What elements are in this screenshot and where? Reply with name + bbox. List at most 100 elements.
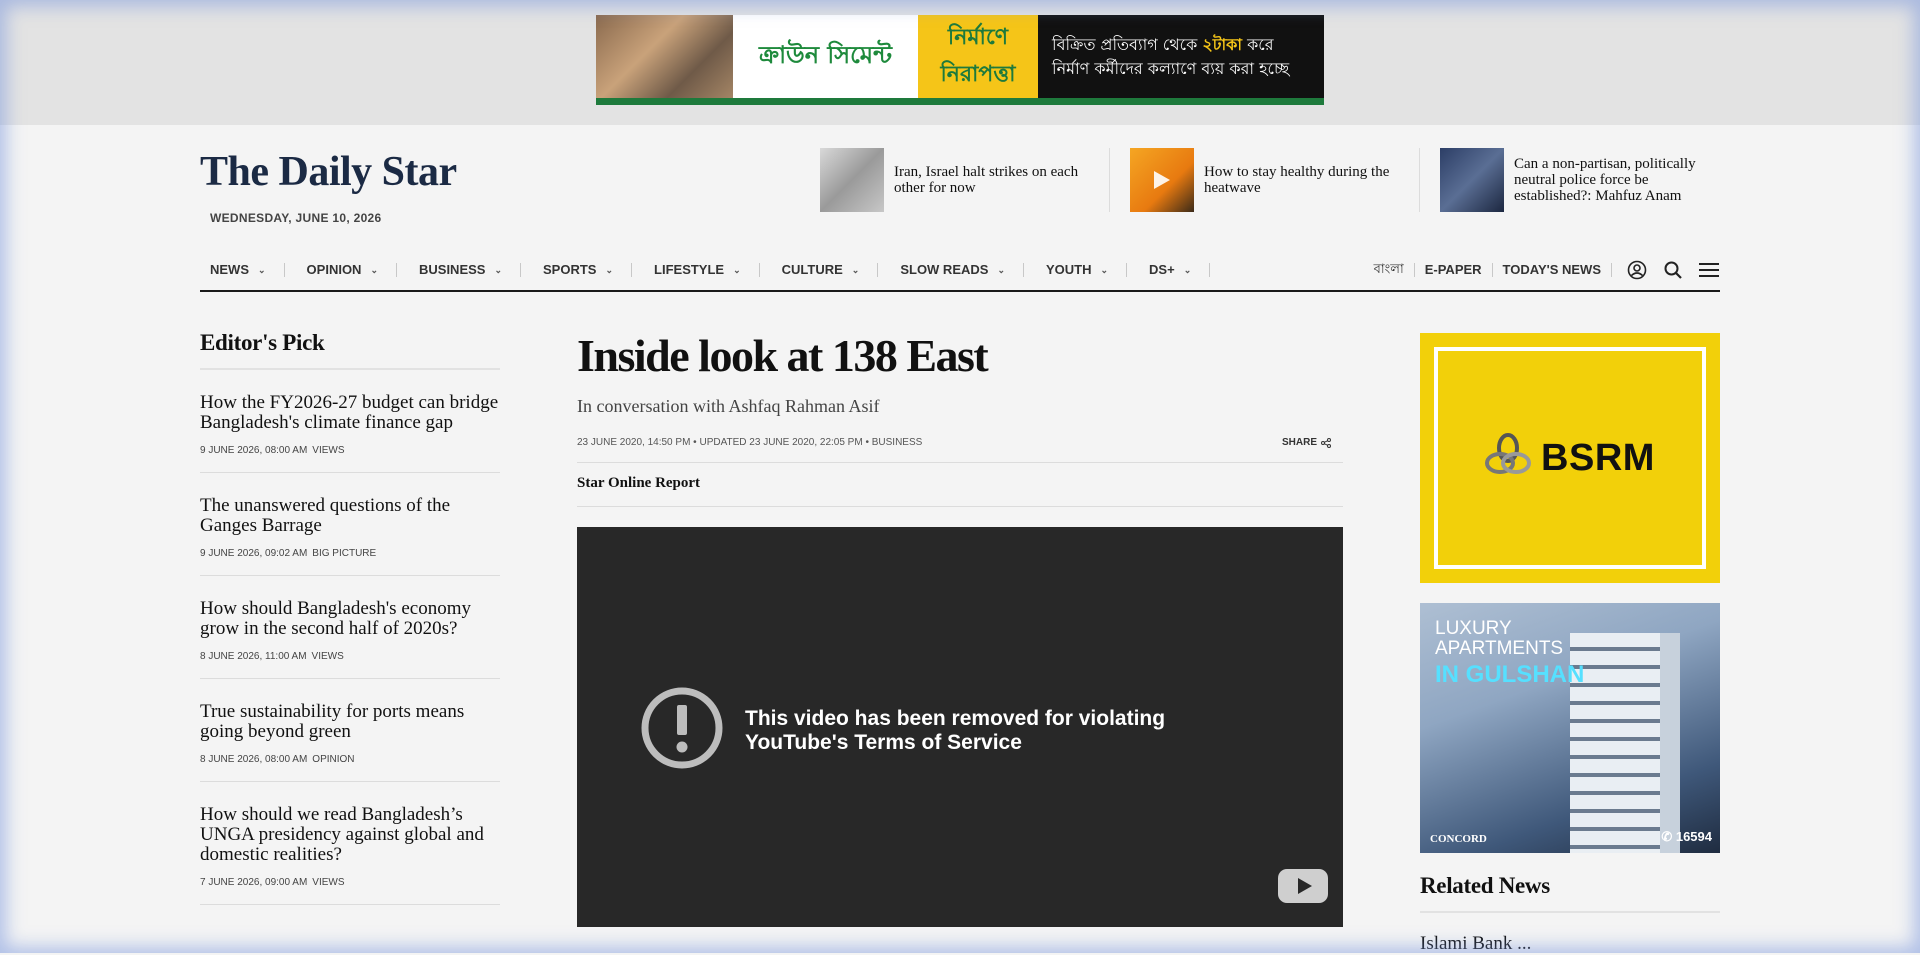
nav-label: OPINION — [306, 262, 362, 277]
nav-label: SPORTS — [543, 262, 597, 277]
chevron-down-icon: ⌄ — [851, 265, 860, 275]
article: Inside look at 138 East In conversation … — [577, 330, 1343, 927]
e-paper-link[interactable]: E-PAPER — [1415, 263, 1493, 277]
nav-item-youth[interactable]: YOUTH ⌄ — [1036, 262, 1128, 277]
pick-meta: 8 JUNE 2026, 11:00 AM VIEWS — [200, 651, 500, 662]
top-story-card[interactable]: Iran, Israel halt strikes on each other … — [820, 148, 1110, 212]
concord-ad-highlight: IN GULSHAN — [1435, 661, 1585, 688]
bangla-link[interactable]: বাংলা — [1364, 263, 1415, 277]
bsrm-logo-icon — [1485, 432, 1532, 484]
nav-label: CULTURE — [781, 262, 843, 277]
ad-tagline: নির্মাণে নিরাপত্তা — [918, 15, 1038, 98]
editors-pick-title: Editor's Pick — [200, 330, 500, 370]
user-icon[interactable] — [1626, 259, 1648, 281]
main-nav: NEWS ⌄ OPINION ⌄ BUSINESS ⌄ SPORTS ⌄ LIFESTY… — [200, 250, 1720, 292]
search-icon[interactable] — [1662, 259, 1684, 281]
pick-headline[interactable]: True sustainability for ports means goin… — [200, 702, 500, 742]
top-stories: Iran, Israel halt strikes on each other … — [820, 148, 1730, 212]
nav-item-ds-plus[interactable]: DS+ ⌄ — [1139, 263, 1211, 277]
story-title[interactable]: Iran, Israel halt strikes on each other … — [894, 164, 1085, 196]
related-news-item[interactable]: Islami Bank ... — [1420, 933, 1720, 955]
nav-right: বাংলা E-PAPER TODAY'S NEWS — [1364, 259, 1720, 281]
chevron-down-icon: ⌄ — [370, 265, 378, 275]
editors-pick: Editor's Pick How the FY2026-27 budget c… — [200, 330, 500, 905]
ad-message: বিক্রিত প্রতিব্যাগ থেকে ২টাকা করে নির্মা… — [1038, 15, 1324, 98]
pick-category[interactable]: BIG PICTURE — [312, 548, 376, 559]
menu-icon[interactable] — [1698, 259, 1720, 281]
share-button[interactable]: SHARE — [1282, 437, 1331, 448]
youtube-icon[interactable] — [1277, 868, 1329, 909]
pick-headline[interactable]: How should we read Bangladesh’s UNGA pre… — [200, 805, 500, 865]
site-logo[interactable]: The Daily Star — [200, 148, 457, 196]
top-banner-ad[interactable]: ক্রাউন সিমেন্ট নির্মাণে নিরাপত্তা বিক্রি… — [596, 15, 1324, 105]
share-label: SHARE — [1281, 437, 1317, 448]
chevron-down-icon: ⌄ — [997, 265, 1005, 275]
list-item[interactable]: How should we read Bangladesh’s UNGA pre… — [200, 782, 500, 905]
pick-date: 9 JUNE 2026, 09:02 AM — [200, 548, 308, 559]
list-item[interactable]: True sustainability for ports means goin… — [200, 679, 500, 782]
pick-meta: 9 JUNE 2026, 09:02 AM BIG PICTURE — [200, 548, 500, 559]
top-story-card[interactable]: How to stay healthy during the heatwave — [1130, 148, 1420, 212]
concord-ad[interactable]: LUXURY APARTMENTS IN GULSHAN CONCORD ✆ 16… — [1420, 603, 1720, 853]
video-player[interactable]: This video has been removed for violatin… — [577, 527, 1343, 927]
nav-item-opinion[interactable]: OPINION ⌄ — [297, 263, 397, 277]
chevron-down-icon: ⌄ — [494, 265, 503, 275]
ad-photo — [596, 15, 733, 98]
pick-date: 8 JUNE 2026, 08:00 AM — [200, 754, 308, 765]
article-headline: Inside look at 138 East — [577, 330, 989, 381]
chevron-down-icon: ⌄ — [733, 265, 741, 275]
nav-item-culture[interactable]: CULTURE ⌄ — [772, 263, 879, 277]
byline[interactable]: Star Online Report — [577, 463, 1343, 507]
video-error: This video has been removed for violatin… — [641, 687, 1265, 774]
article-category[interactable]: BUSINESS — [872, 437, 923, 448]
todays-news-link[interactable]: TODAY'S NEWS — [1493, 263, 1612, 277]
article-subhead: In conversation with Ashfaq Rahman Asif — [577, 396, 880, 416]
concord-phone: ✆ 16594 — [1661, 829, 1712, 845]
nav-label: NEWS — [210, 262, 249, 277]
story-thumbnail[interactable] — [820, 148, 884, 212]
share-icon — [1321, 437, 1331, 448]
story-title[interactable]: Can a non-partisan, politically neutral … — [1514, 156, 1706, 204]
pick-category[interactable]: VIEWS — [312, 877, 344, 888]
related-news-title: Related News — [1420, 873, 1720, 913]
top-story-card[interactable]: Can a non-partisan, politically neutral … — [1440, 148, 1730, 212]
nav-item-business[interactable]: BUSINESS ⌄ — [409, 263, 522, 277]
nav-item-lifestyle[interactable]: LIFESTYLE ⌄ — [644, 263, 760, 277]
pick-date: 7 JUNE 2026, 09:00 AM — [200, 877, 308, 888]
updated-date: UPDATED 23 JUNE 2020, 22:05 PM — [699, 437, 863, 448]
story-video-thumbnail[interactable] — [1130, 148, 1194, 212]
list-item[interactable]: The unanswered questions of the Ganges B… — [200, 473, 500, 576]
list-item[interactable]: How the FY2026-27 budget can bridge Bang… — [200, 370, 500, 473]
ad-line: APARTMENTS — [1435, 638, 1564, 659]
video-error-text: This video has been removed for violatin… — [745, 706, 1166, 754]
pick-date: 8 JUNE 2026, 11:00 AM — [200, 651, 307, 662]
published-date: 23 JUNE 2020, 14:50 PM — [577, 437, 691, 448]
pick-headline[interactable]: The unanswered questions of the Ganges B… — [200, 496, 500, 536]
concord-ad-heading: LUXURY APARTMENTS — [1435, 619, 1563, 659]
current-date: WEDNESDAY, JUNE 10, 2026 — [210, 211, 382, 225]
ad-brand: ক্রাউন সিমেন্ট — [733, 15, 918, 98]
ad-message-line2: নির্মাণ কর্মীদের কল্যাণে ব্যয় করা হচ্ছে — [1052, 58, 1290, 78]
pick-meta: 9 JUNE 2026, 08:00 AM VIEWS — [200, 445, 500, 456]
nav-item-sports[interactable]: SPORTS ⌄ — [533, 262, 633, 277]
pick-category[interactable]: VIEWS — [312, 651, 344, 662]
story-title[interactable]: How to stay healthy during the heatwave — [1204, 164, 1395, 196]
pick-category[interactable]: VIEWS — [312, 445, 344, 456]
story-thumbnail[interactable] — [1440, 148, 1504, 212]
pick-date: 9 JUNE 2026, 08:00 AM — [200, 445, 308, 456]
pick-meta: 8 JUNE 2026, 08:00 AM OPINION — [200, 754, 500, 765]
nav-item-slow-reads[interactable]: SLOW READS ⌄ — [890, 263, 1024, 277]
bsrm-ad[interactable]: BSRM — [1420, 333, 1720, 583]
nav-label: SLOW READS — [900, 262, 989, 277]
chevron-down-icon: ⌄ — [258, 265, 266, 275]
article-meta: 23 JUNE 2020, 14:50 PM • UPDATED 23 JUNE… — [577, 437, 1343, 463]
nav-item-news[interactable]: NEWS ⌄ — [200, 263, 285, 277]
chevron-down-icon: ⌄ — [1100, 265, 1109, 275]
pick-category[interactable]: OPINION — [312, 754, 354, 765]
top-ad-band: ক্রাউন সিমেন্ট নির্মাণে নিরাপত্তা বিক্রি… — [0, 0, 1920, 125]
pick-headline[interactable]: How the FY2026-27 budget can bridge Bang… — [200, 393, 500, 433]
nav-label: YOUTH — [1046, 262, 1092, 277]
pick-meta: 7 JUNE 2026, 09:00 AM VIEWS — [200, 877, 500, 888]
pick-headline[interactable]: How should Bangladesh's economy grow in … — [200, 599, 500, 639]
list-item[interactable]: How should Bangladesh's economy grow in … — [200, 576, 500, 679]
